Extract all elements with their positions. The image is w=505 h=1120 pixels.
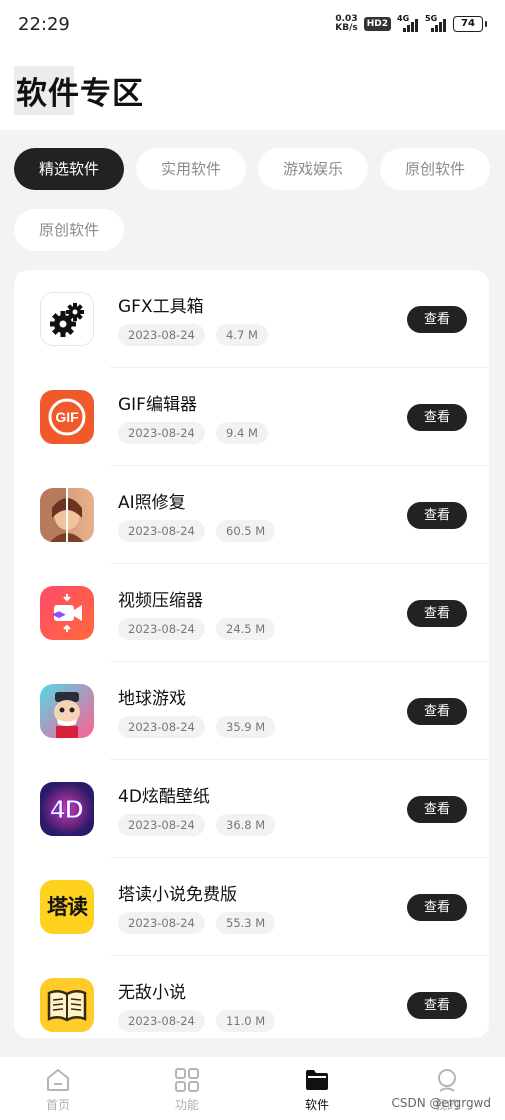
view-button[interactable]: 查看 bbox=[407, 404, 467, 431]
signal-5g-label: 5G bbox=[425, 14, 438, 23]
game-character-icon bbox=[40, 684, 94, 738]
list-item[interactable]: 地球游戏 2023-08-24 35.9 M 查看 bbox=[14, 662, 489, 760]
bottom-nav: 首页 功能 软件 我的 bbox=[0, 1057, 505, 1120]
app-name: 视频压缩器 bbox=[118, 591, 203, 611]
app-name: 塔读小说免费版 bbox=[118, 885, 237, 905]
watermark: CSDN @ergrgwd bbox=[391, 1096, 491, 1110]
nav-home-label: 首页 bbox=[45, 1098, 70, 1112]
app-date: 2023-08-24 bbox=[118, 1010, 205, 1032]
page-title: 软件专区 bbox=[14, 66, 146, 115]
app-size: 36.8 M bbox=[216, 814, 276, 836]
svg-text:4D: 4D bbox=[50, 794, 83, 824]
svg-text:◀▶: ◀▶ bbox=[52, 609, 66, 619]
video-compress-icon: ◀▶ bbox=[40, 586, 94, 640]
app-name: 无敌小说 bbox=[118, 983, 186, 1003]
tab-original[interactable]: 原创软件 bbox=[380, 148, 490, 190]
book-icon bbox=[40, 978, 94, 1032]
app-date: 2023-08-24 bbox=[118, 814, 205, 836]
app-size: 60.5 M bbox=[216, 520, 276, 542]
app-size: 9.4 M bbox=[216, 422, 268, 444]
home-icon bbox=[47, 1069, 69, 1091]
view-button[interactable]: 查看 bbox=[407, 894, 467, 921]
status-time: 22:29 bbox=[18, 14, 70, 35]
signal-4g-label: 4G bbox=[397, 14, 410, 23]
app-name: GIF编辑器 bbox=[118, 395, 197, 415]
wallpaper-4d-icon: 4D bbox=[40, 782, 94, 836]
app-date: 2023-08-24 bbox=[118, 618, 205, 640]
app-date: 2023-08-24 bbox=[118, 324, 205, 346]
app-name: AI照修复 bbox=[118, 493, 186, 513]
tab-original-2[interactable]: 原创软件 bbox=[14, 209, 124, 251]
svg-text:GIF: GIF bbox=[55, 409, 79, 425]
gif-icon: GIF bbox=[40, 390, 94, 444]
network-speed: 0.03 KB/s bbox=[335, 15, 357, 33]
view-button[interactable]: 查看 bbox=[407, 600, 467, 627]
nav-software[interactable]: 软件 bbox=[287, 1067, 347, 1113]
view-button[interactable]: 查看 bbox=[407, 796, 467, 823]
app-size: 55.3 M bbox=[216, 912, 276, 934]
photo-repair-icon bbox=[40, 488, 94, 542]
app-date: 2023-08-24 bbox=[118, 422, 205, 444]
gear-icon bbox=[40, 292, 94, 346]
view-button[interactable]: 查看 bbox=[407, 306, 467, 333]
app-date: 2023-08-24 bbox=[118, 716, 205, 738]
app-size: 35.9 M bbox=[216, 716, 276, 738]
tab-utilities[interactable]: 实用软件 bbox=[136, 148, 246, 190]
app-size: 4.7 M bbox=[216, 324, 268, 346]
tab-featured[interactable]: 精选软件 bbox=[14, 148, 124, 190]
nav-features-label: 功能 bbox=[174, 1098, 199, 1112]
app-list: GFX工具箱 2023-08-24 4.7 M 查看 GIF GIF编辑器 20… bbox=[14, 270, 489, 1038]
app-name: 4D炫酷壁纸 bbox=[118, 787, 210, 807]
signal-4g-icon: 4G bbox=[397, 14, 419, 32]
view-button[interactable]: 查看 bbox=[407, 502, 467, 529]
list-item[interactable]: 无敌小说 2023-08-24 11.0 M 查看 bbox=[14, 956, 489, 1038]
hd-badge: HD2 bbox=[363, 17, 391, 31]
nav-features[interactable]: 功能 bbox=[157, 1067, 217, 1113]
app-size: 11.0 M bbox=[216, 1010, 276, 1032]
tab-games[interactable]: 游戏娱乐 bbox=[258, 148, 368, 190]
page-header: 软件专区 bbox=[0, 50, 505, 130]
list-item[interactable]: ◀▶ 视频压缩器 2023-08-24 24.5 M 查看 bbox=[14, 564, 489, 662]
list-item[interactable]: 塔读 塔读小说免费版 2023-08-24 55.3 M 查看 bbox=[14, 858, 489, 956]
list-item[interactable]: GIF GIF编辑器 2023-08-24 9.4 M 查看 bbox=[14, 368, 489, 466]
nav-software-label: 软件 bbox=[304, 1098, 329, 1112]
tadu-icon-text: 塔读 bbox=[47, 895, 88, 919]
profile-icon bbox=[438, 1069, 456, 1092]
network-speed-unit: KB/s bbox=[335, 23, 358, 33]
view-button[interactable]: 查看 bbox=[407, 992, 467, 1019]
view-button[interactable]: 查看 bbox=[407, 698, 467, 725]
status-bar: 22:29 0.03 KB/s HD2 4G 5G 74 bbox=[0, 0, 505, 50]
nav-home[interactable]: 首页 bbox=[28, 1067, 88, 1113]
signal-5g-icon: 5G bbox=[425, 14, 447, 32]
tadu-text-icon: 塔读 bbox=[40, 880, 94, 934]
app-size: 24.5 M bbox=[216, 618, 276, 640]
status-icons: 0.03 KB/s HD2 4G 5G 74 bbox=[335, 14, 487, 33]
list-item[interactable]: AI照修复 2023-08-24 60.5 M 查看 bbox=[14, 466, 489, 564]
app-name: 地球游戏 bbox=[118, 689, 186, 709]
grid-icon bbox=[175, 1068, 199, 1092]
list-item[interactable]: GFX工具箱 2023-08-24 4.7 M 查看 bbox=[14, 270, 489, 368]
list-item[interactable]: 4D 4D炫酷壁纸 2023-08-24 36.8 M 查看 bbox=[14, 760, 489, 858]
battery-icon: 74 bbox=[453, 16, 487, 32]
app-name: GFX工具箱 bbox=[118, 297, 204, 317]
folder-icon bbox=[306, 1070, 328, 1090]
app-date: 2023-08-24 bbox=[118, 912, 205, 934]
app-date: 2023-08-24 bbox=[118, 520, 205, 542]
